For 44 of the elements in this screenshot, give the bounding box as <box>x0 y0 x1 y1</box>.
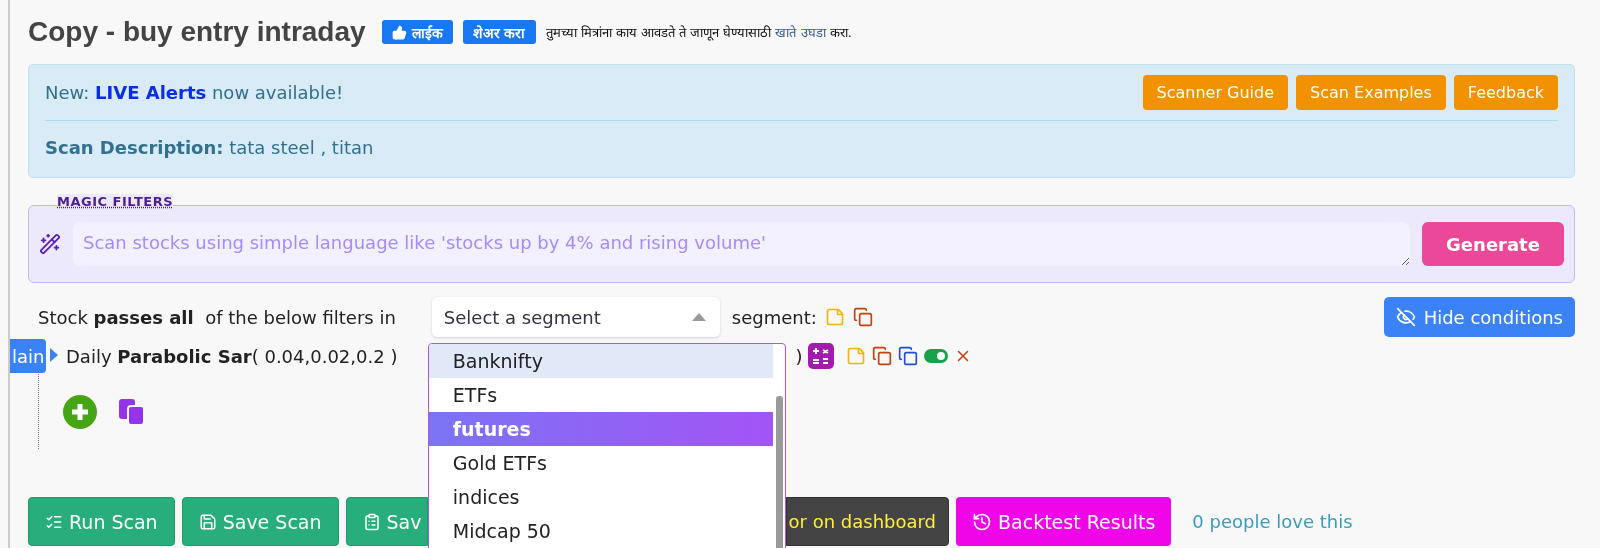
clipboard-icon <box>362 512 381 531</box>
copy-icon[interactable] <box>852 307 873 327</box>
thumbs-up-icon <box>391 24 407 40</box>
dropdown-option[interactable]: Banknifty <box>428 344 773 378</box>
caret-icon <box>691 313 706 321</box>
magic-wand-icon <box>39 233 61 255</box>
segment-label: segment: <box>731 306 817 328</box>
history-icon <box>972 511 993 532</box>
action-button[interactable]: Save Scan <box>181 497 339 546</box>
share-prompt: तुमच्या मित्रांना काय आवडते ते जाणून घेण्यासाठी खाते उघडा करा. <box>545 24 852 41</box>
live-alerts-link[interactable]: LIVE Alerts <box>95 82 207 103</box>
duplicate-icon[interactable] <box>898 346 919 366</box>
hide-conditions-button[interactable]: Hide conditions <box>1383 297 1575 337</box>
love-count-link[interactable]: 0 people love this <box>1192 511 1353 532</box>
share-button[interactable]: शेअर करा <box>462 20 536 44</box>
copy-icon[interactable] <box>872 346 893 366</box>
segment-select[interactable]: Select a segment <box>431 297 720 337</box>
help-button[interactable]: Scanner Guide <box>1142 75 1289 110</box>
dropdown-option[interactable]: futures <box>428 412 773 446</box>
condition-text: Daily Parabolic Sar( 0.04,0.02,0.2 ) <box>66 345 398 367</box>
action-button[interactable]: Backtest Results <box>956 497 1172 546</box>
action-button[interactable]: or on dashboard <box>785 497 950 546</box>
scrollbar[interactable] <box>775 396 783 548</box>
eye-off-icon <box>1395 307 1416 327</box>
filter-sentence: Stock passes all of the below filters in <box>38 306 396 328</box>
toggle-icon[interactable] <box>924 349 949 363</box>
tooltip-arrow-icon <box>50 348 58 362</box>
open-account-link[interactable]: खाते उघडा <box>775 25 826 40</box>
magic-filters-legend: MAGIC FILTERS <box>57 194 174 209</box>
scan-description: Scan Description: tata steel , titan <box>45 136 375 158</box>
query-input[interactable]: Scan stocks using simple language like 'stocks up by 4% and rising volume' <box>73 222 1410 266</box>
like-button[interactable]: लाईक <box>381 20 453 44</box>
floppy-icon <box>198 512 217 531</box>
tooltip: lain <box>10 339 47 373</box>
closing-paren: ) <box>795 345 803 367</box>
help-button[interactable]: Feedback <box>1453 75 1558 110</box>
generate-button[interactable]: Generate <box>1422 222 1564 266</box>
action-button[interactable]: Run Scan <box>28 497 175 546</box>
page-title: Copy - buy entry intraday <box>28 16 366 48</box>
help-button[interactable]: Scan Examples <box>1296 75 1446 110</box>
announcement-text: New: LIVE Alerts now available! <box>45 82 344 103</box>
action-button[interactable]: Sav <box>345 497 428 546</box>
calculator-icon[interactable] <box>808 343 835 369</box>
add-icon[interactable] <box>63 395 97 429</box>
